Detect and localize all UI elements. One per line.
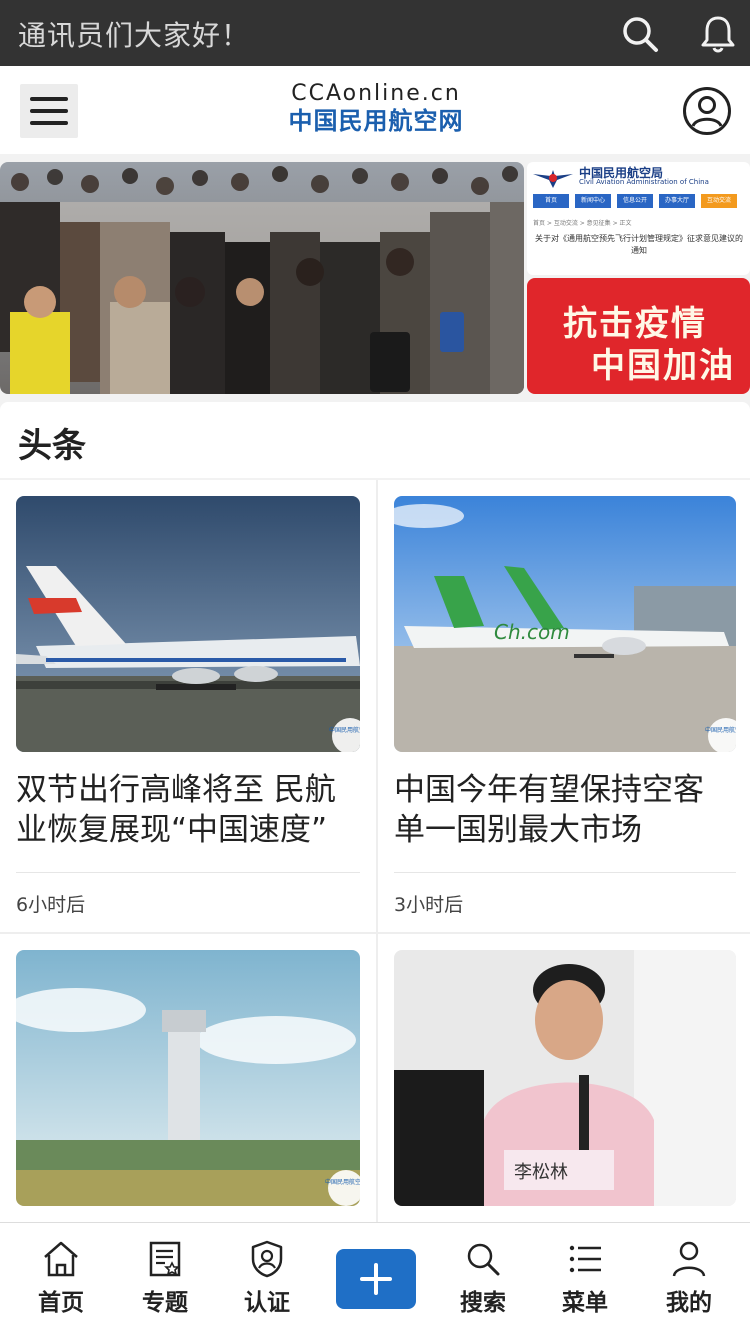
search-icon bbox=[467, 1243, 500, 1276]
caac-nav-item: 互动交流 bbox=[701, 194, 737, 208]
name-plate-text: 李松林 bbox=[514, 1162, 568, 1183]
divider bbox=[16, 872, 360, 873]
slogan-line2: 中国加油 bbox=[591, 346, 735, 386]
add-button[interactable] bbox=[336, 1249, 416, 1309]
article-thumbnail: 中国民用航空网 bbox=[16, 950, 360, 1206]
caac-nav-item: 信息公开 bbox=[617, 194, 653, 208]
watermark-text: 中国民用航空网 bbox=[329, 726, 360, 734]
nav-label: 搜索 bbox=[460, 1290, 506, 1316]
nav-home[interactable]: 首页 bbox=[16, 1239, 106, 1329]
crowd-photo bbox=[0, 162, 524, 394]
speaker-photo: 李松林 bbox=[394, 950, 736, 1206]
logo-cn-name: 中国民用航空网 bbox=[288, 107, 464, 135]
caac-nav-item: 首页 bbox=[533, 194, 569, 208]
watermark-text: 中国民用航空网 bbox=[325, 1178, 360, 1186]
section-header: 头条 bbox=[0, 402, 750, 478]
bell-icon[interactable] bbox=[696, 12, 740, 56]
article-title[interactable]: 中国今年有望保持空客单一国别最大市场 bbox=[394, 770, 734, 850]
article-grid: 中国民用航空网 双节出行高峰将至 民航业恢复展现“中国速度” 6小时后 bbox=[0, 480, 750, 1222]
control-tower-photo: 中国民用航空网 bbox=[16, 950, 360, 1206]
nav-certify[interactable]: 认证 bbox=[222, 1239, 312, 1329]
logo-domain: CCAonline.cn bbox=[291, 81, 461, 106]
nav-label: 专题 bbox=[142, 1290, 188, 1316]
article-card[interactable]: 李松林 bbox=[378, 934, 750, 1222]
section-title: 头条 bbox=[18, 426, 86, 466]
nav-mine[interactable]: 我的 bbox=[644, 1239, 734, 1329]
home-icon bbox=[44, 1241, 78, 1277]
watermark-text: 中国民用航空网 bbox=[705, 726, 736, 734]
article-thumbnail: 中国民用航空网 bbox=[16, 496, 360, 752]
top-bar: 通讯员们大家好！ bbox=[0, 0, 750, 66]
banner-main-image[interactable] bbox=[0, 162, 524, 394]
caac-breadcrumb: 首页 > 互动交流 > 意见征集 > 正文 bbox=[533, 220, 632, 227]
caac-nav-row: 首页 新闻中心 信息公开 办事大厅 互动交流 bbox=[533, 194, 745, 208]
banner-slogan[interactable]: 抗击疫情 中国加油 bbox=[527, 278, 750, 394]
topic-icon bbox=[149, 1241, 181, 1277]
svg-text:Ch.com: Ch.com bbox=[494, 620, 570, 644]
article-card[interactable]: 中国民用航空网 bbox=[0, 934, 376, 1222]
header: CCAonline.cn 中国民用航空网 bbox=[0, 66, 750, 154]
banner-caac-notice[interactable]: 中国民用航空局 Civil Aviation Administration of… bbox=[527, 162, 750, 275]
nav-search[interactable]: 搜索 bbox=[438, 1239, 528, 1329]
user-circle-icon[interactable] bbox=[682, 86, 732, 136]
list-icon bbox=[569, 1245, 601, 1273]
banner-carousel[interactable]: 中国民用航空局 Civil Aviation Administration of… bbox=[0, 162, 750, 394]
site-logo[interactable]: CCAonline.cn 中国民用航空网 bbox=[286, 82, 466, 138]
search-icon[interactable] bbox=[618, 12, 662, 56]
nav-label: 首页 bbox=[38, 1290, 84, 1316]
bottom-nav: 首页 专题 认证 搜索 菜单 我的 bbox=[0, 1222, 750, 1334]
article-time: 3小时后 bbox=[394, 894, 464, 916]
caac-nav-item: 办事大厅 bbox=[659, 194, 695, 208]
divider bbox=[394, 872, 736, 873]
article-thumbnail: Ch.com 中国民用航空网 bbox=[394, 496, 736, 752]
caac-org-en: Civil Aviation Administration of China bbox=[579, 178, 709, 186]
airplane-photo: Ch.com 中国民用航空网 bbox=[394, 496, 736, 752]
nav-topics[interactable]: 专题 bbox=[120, 1239, 210, 1329]
article-card[interactable]: 中国民用航空网 双节出行高峰将至 民航业恢复展现“中国速度” 6小时后 bbox=[0, 480, 376, 932]
article-thumbnail: 李松林 bbox=[394, 950, 736, 1206]
article-card[interactable]: Ch.com 中国民用航空网 中国今年有望保持空客单一国别最大市场 3小时后 bbox=[378, 480, 750, 932]
caac-notice-text: 关于对《通用航空预先飞行计划管理规定》征求意见建议的通知 bbox=[535, 234, 743, 255]
plus-icon bbox=[360, 1263, 392, 1295]
hamburger-icon[interactable] bbox=[20, 84, 78, 138]
article-time: 6小时后 bbox=[16, 894, 86, 916]
caac-nav-item: 新闻中心 bbox=[575, 194, 611, 208]
caac-emblem-icon bbox=[533, 170, 573, 188]
nav-label: 认证 bbox=[244, 1290, 290, 1316]
airplane-photo: 中国民用航空网 bbox=[16, 496, 360, 752]
nav-label: 我的 bbox=[666, 1290, 712, 1316]
greeting-text: 通讯员们大家好！ bbox=[18, 19, 251, 52]
shield-user-icon bbox=[251, 1240, 283, 1278]
nav-label: 菜单 bbox=[562, 1290, 608, 1316]
person-icon bbox=[672, 1241, 706, 1277]
article-title[interactable]: 双节出行高峰将至 民航业恢复展现“中国速度” bbox=[16, 770, 356, 850]
nav-menu[interactable]: 菜单 bbox=[540, 1239, 630, 1329]
